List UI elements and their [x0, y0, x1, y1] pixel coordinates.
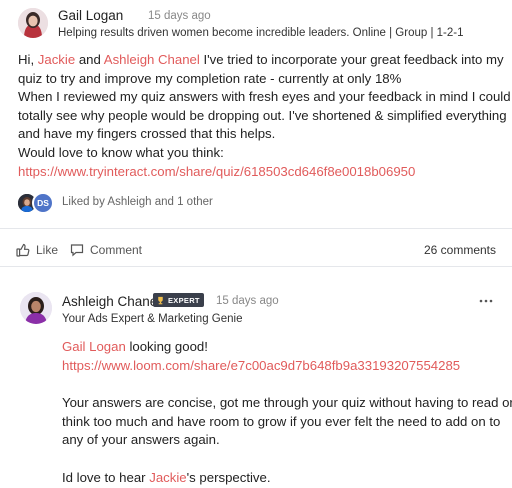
- post-text: and have my fingers crossed that this he…: [18, 126, 276, 142]
- post-time: 15 days ago: [148, 10, 211, 22]
- mention-ashleigh[interactable]: Ashleigh Chanel: [104, 52, 200, 67]
- author-name[interactable]: Gail Logan: [58, 8, 123, 23]
- comment-text: Your answers are concise, got me through…: [62, 395, 512, 411]
- comment-text: any of your answers again.: [62, 432, 220, 448]
- liked-by-row[interactable]: DS Liked by Ashleigh and 1 other: [16, 192, 316, 216]
- post-header: Gail Logan 15 days ago Helping results d…: [18, 6, 508, 40]
- mention-jackie[interactable]: Jackie: [149, 470, 186, 485]
- comment-body: Gail Logan looking good! https://www.loo…: [62, 338, 512, 488]
- comment-text: Id love to hear: [62, 469, 150, 485]
- divider: [0, 266, 512, 267]
- avatar[interactable]: [20, 292, 52, 324]
- like-button[interactable]: Like: [16, 240, 58, 260]
- post-text: totally see why people would be dropping…: [18, 107, 507, 123]
- liked-by-text[interactable]: Liked by Ashleigh and 1 other: [62, 196, 213, 208]
- comment-author-subtitle: Your Ads Expert & Marketing Genie: [62, 313, 243, 325]
- quiz-link[interactable]: https://www.tryinteract.com/share/quiz/6…: [18, 164, 415, 179]
- comments-count[interactable]: 26 comments: [424, 243, 496, 257]
- badge-label: EXPERT: [168, 295, 200, 305]
- comment-text: 's perspective.: [186, 469, 271, 485]
- like-label: Like: [36, 243, 59, 257]
- mention-gail[interactable]: Gail Logan: [62, 339, 126, 354]
- liker-avatar-initials: DS: [32, 192, 54, 214]
- loom-link[interactable]: https://www.loom.com/share/e7c00ac9d7b64…: [62, 358, 460, 373]
- more-options-icon[interactable]: [478, 294, 494, 306]
- post-text: Would love to know what you think:: [18, 144, 224, 160]
- trophy-icon: [158, 296, 163, 304]
- post-body: Hi, Jackie and Ashleigh Chanel I've trie…: [18, 51, 511, 181]
- comment-time: 15 days ago: [216, 295, 279, 307]
- thumbs-up-icon: [16, 243, 30, 257]
- comment-text: think too much and have room to grow if …: [62, 413, 501, 429]
- expert-badge: EXPERT: [153, 293, 204, 307]
- post-text: I've tried to incorporate your great fee…: [199, 52, 504, 67]
- post-text: Hi,: [18, 52, 38, 67]
- author-subtitle: Helping results driven women become incr…: [58, 27, 464, 39]
- post-actions: Like Comment 26 comments: [16, 240, 496, 260]
- post-text: When I reviewed my quiz answers with fre…: [18, 89, 511, 105]
- comment-text: looking good!: [125, 339, 208, 354]
- post-text: quiz to try and improve my completion ra…: [18, 70, 402, 86]
- avatar[interactable]: [18, 8, 48, 38]
- mention-jackie[interactable]: Jackie: [38, 52, 75, 67]
- divider: [0, 228, 512, 229]
- comment-author-name[interactable]: Ashleigh Chanel: [62, 294, 160, 309]
- comment-bubble-icon: [70, 244, 84, 257]
- post-text: and: [75, 52, 104, 67]
- comment-button[interactable]: Comment: [70, 240, 142, 260]
- comment-label: Comment: [90, 243, 143, 257]
